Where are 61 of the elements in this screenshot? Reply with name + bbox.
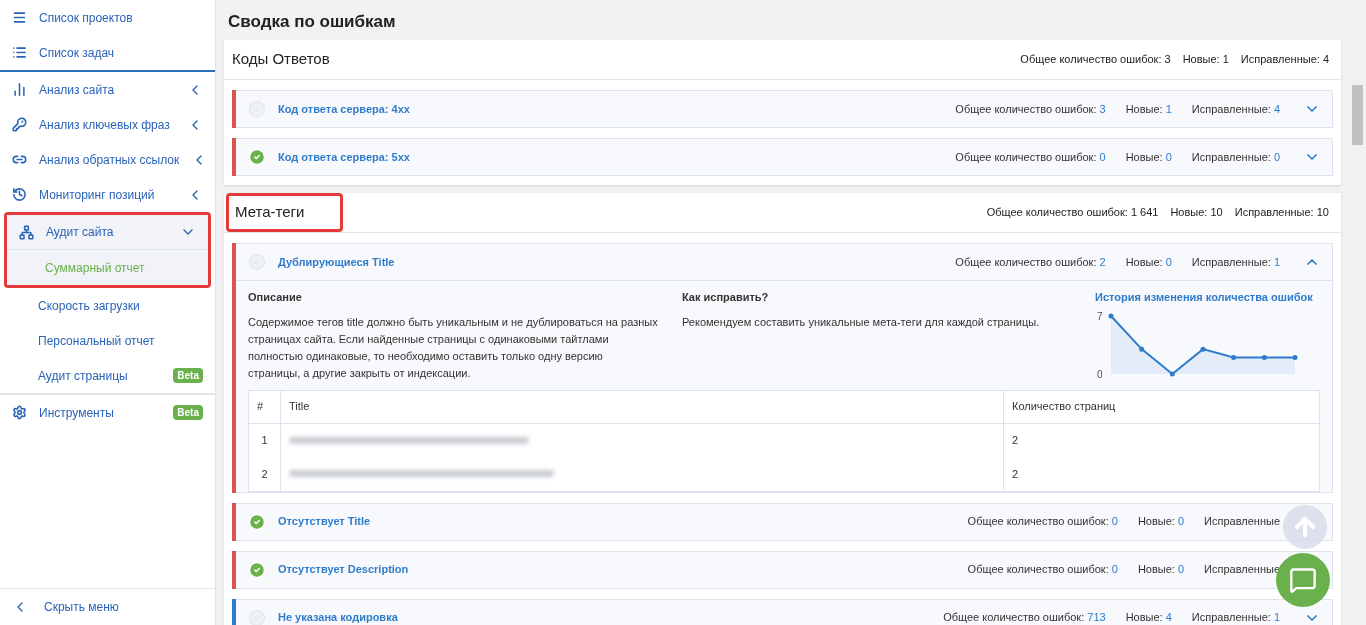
table-cell: 2 xyxy=(248,457,281,491)
column-header: Title xyxy=(280,390,1004,423)
sidebar-subitem[interactable]: Аудит страницы Beta xyxy=(0,358,215,393)
new-errors: Новые: 10 xyxy=(1170,205,1223,221)
error-title-link[interactable]: Отсутствует Title xyxy=(278,513,371,530)
hide-menu-link[interactable]: Скрыть меню xyxy=(0,588,215,625)
fixed-errors: Исправленные: 4 xyxy=(1191,101,1280,117)
total-errors: Общее количество ошибок: 2 xyxy=(955,254,1106,270)
column-header: # xyxy=(248,390,281,423)
y-tick-label: 7 xyxy=(1097,310,1103,322)
total-errors: Общее количество ошибок: 1 641 xyxy=(986,205,1159,221)
new-errors: Новые: 0 xyxy=(1137,514,1185,530)
page-title: Сводка по ошибкам xyxy=(227,11,397,34)
error-title-link[interactable]: Не указана кодировка xyxy=(278,609,398,625)
sidebar-item[interactable]: Инструменты Beta xyxy=(0,395,215,430)
fixed-errors: Исправленные xyxy=(1204,562,1280,578)
new-errors: Новые: 0 xyxy=(1137,562,1185,578)
description-title: Описание xyxy=(248,290,303,305)
fixed-errors: Исправленные: 4 xyxy=(1240,52,1329,68)
new-errors: Новые: 4 xyxy=(1125,610,1172,625)
fixed-errors: Исправленные xyxy=(1204,514,1280,530)
error-title-link[interactable]: Код ответа сервера: 5xx xyxy=(278,148,410,166)
fixed-errors: Исправленные: 0 xyxy=(1191,149,1280,165)
y-tick-label: 0 xyxy=(1097,368,1103,380)
new-errors: Новые: 0 xyxy=(1125,254,1172,270)
description-text: Содержимое тегов title должно быть уникальным и не дублироваться на разных страницах сайта. Если найденные страницы с одинаковыми тайтлами полностью одинаковые, то необходимо оставить только одну версию страницы, а другие закрыть от индексации. xyxy=(248,314,658,381)
new-errors: Новые: 0 xyxy=(1125,149,1172,165)
total-errors: Общее количество ошибок: 713 xyxy=(943,610,1106,625)
fixed-errors: Исправленные: 1 xyxy=(1191,254,1280,270)
error-title-link[interactable]: Дублирующиеся Title xyxy=(278,253,395,271)
history-link[interactable]: История изменения количества ошибок xyxy=(1095,289,1320,306)
sidebar-subitem[interactable]: Скорость загрузки xyxy=(0,288,215,323)
beta-badge: Beta xyxy=(173,405,203,420)
new-errors: Новые: 1 xyxy=(1125,101,1172,117)
fix-title: Как исправить? xyxy=(682,290,770,305)
new-errors: Новые: 1 xyxy=(1182,52,1229,68)
sidebar-item[interactable]: Список проектов xyxy=(0,0,215,35)
sidebar-item[interactable]: Список задач xyxy=(0,35,215,70)
beta-badge: Beta xyxy=(173,368,203,383)
column-header: Количество страниц xyxy=(1003,390,1320,423)
total-errors: Общее количество ошибок: 3 xyxy=(955,101,1106,117)
table-cell: 2 xyxy=(1003,457,1320,491)
fix-text: Рекомендуем составить уникальные мета-теги для каждой страницы. xyxy=(682,314,1041,330)
section-title: Коды Ответов xyxy=(232,49,330,70)
sidebar-item[interactable]: Анализ обратных ссылок xyxy=(0,142,215,177)
sidebar-item[interactable]: Аудит сайта xyxy=(7,215,208,250)
fixed-errors: Исправленные: 10 xyxy=(1234,205,1329,221)
total-errors: Общее количество ошибок: 3 xyxy=(1020,52,1171,68)
total-errors: Общее количество ошибок: 0 xyxy=(967,562,1118,578)
section-title: Мета-теги xyxy=(226,193,343,232)
fixed-errors: Исправленные: 1 xyxy=(1191,610,1280,625)
sidebar-item[interactable]: Мониторинг позиций xyxy=(0,177,215,212)
error-title-link[interactable]: Код ответа сервера: 4xx xyxy=(278,100,410,118)
total-errors: Общее количество ошибок: 0 xyxy=(967,514,1118,530)
table-cell: 2 xyxy=(1003,423,1320,457)
total-errors: Общее количество ошибок: 0 xyxy=(955,149,1106,165)
error-title-link[interactable]: Отсутствует Description xyxy=(278,561,409,578)
sidebar-item[interactable]: Анализ сайта xyxy=(0,72,215,107)
table-cell: 1 xyxy=(248,423,281,457)
sidebar-subitem[interactable]: Персональный отчет xyxy=(0,323,215,358)
sidebar-item[interactable]: Анализ ключевых фраз xyxy=(0,107,215,142)
